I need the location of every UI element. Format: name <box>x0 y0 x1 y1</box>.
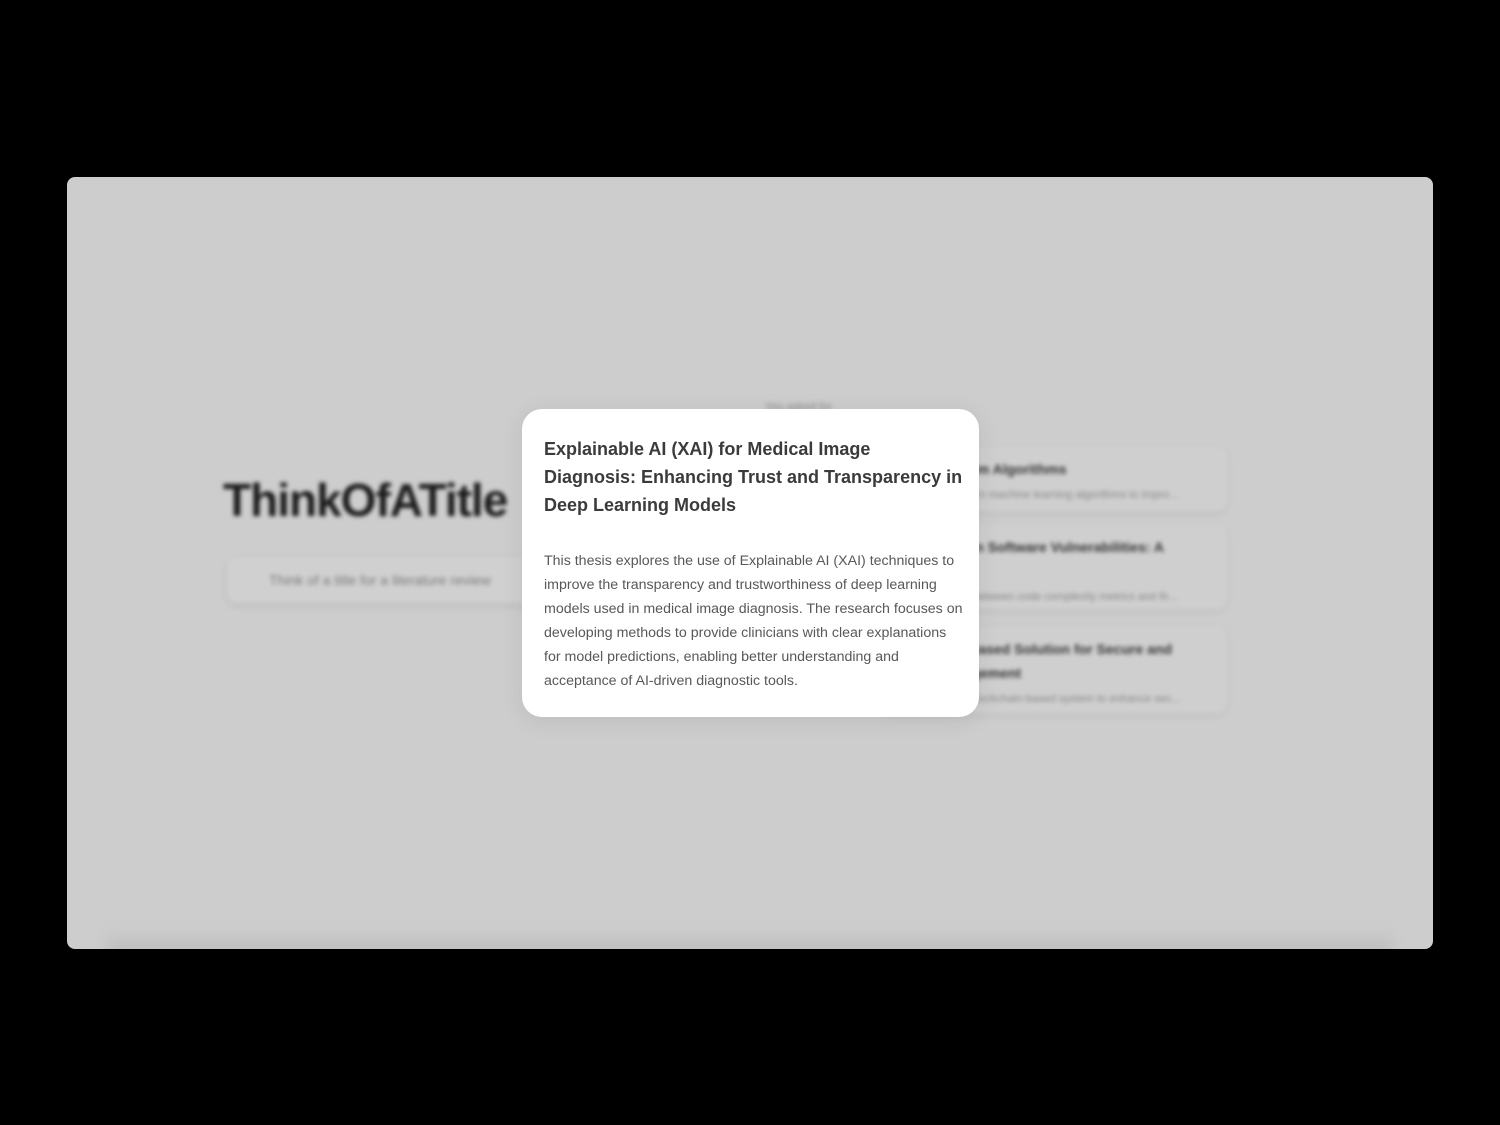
modal-description: This thesis explores the use of Explaina… <box>544 553 963 689</box>
app-logo: ThinkOfATitle <box>223 474 508 526</box>
search-input[interactable] <box>267 571 551 589</box>
modal-title: Explainable AI (XAI) for Medical Image D… <box>544 439 963 515</box>
result-title: y on Software Vulnerabilities: A <box>955 539 1165 555</box>
search-box[interactable] <box>227 557 557 603</box>
result-snippet: hip between code complexity metrics and … <box>955 591 1178 603</box>
result-snippet: antum machine learning algorithms to imp… <box>955 489 1179 501</box>
window-shadow <box>107 929 1393 949</box>
title-detail-modal[interactable]: Explainable AI (XAI) for Medical Image D… <box>522 409 979 717</box>
result-snippet: f a blockchain-based system to enhance s… <box>955 693 1181 705</box>
result-title: n-Based Solution for Secure and <box>955 641 1173 657</box>
